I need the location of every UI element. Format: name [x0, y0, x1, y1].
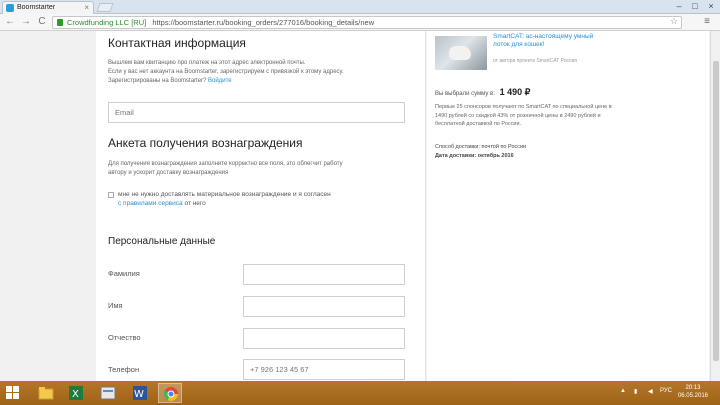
- service-rules-link[interactable]: с правилами сервиса: [118, 200, 183, 207]
- clock-date: 06.05.2016: [677, 393, 708, 399]
- svg-text:W: W: [134, 389, 144, 400]
- reload-icon[interactable]: C: [36, 16, 48, 28]
- patronymic-label: Отчество: [108, 333, 141, 342]
- volume-icon[interactable]: ◀: [648, 388, 653, 395]
- browser-toolbar: ← → C Crowdfunding LLC [RU] https://boom…: [0, 14, 720, 31]
- no-delivery-tail: от него: [184, 200, 206, 207]
- reward-description: Первые 25 спонсоров получают по SmartCAT…: [435, 104, 612, 127]
- tab-title: Boomstarter: [17, 4, 56, 11]
- sum-label: Вы выбрали сумму в:: [435, 91, 495, 97]
- tab-close-icon[interactable]: ×: [84, 2, 89, 14]
- clock-time: 20:13: [685, 385, 701, 391]
- reward-title-link[interactable]: SmartCAT: ас-настоящему умный лоток для …: [493, 33, 603, 49]
- no-delivery-option: мне не нужно доставлять материальное воз…: [108, 190, 418, 208]
- phone-input[interactable]: [243, 359, 405, 380]
- contact-description: Вышлем вам квитанцию про платеж на этот …: [108, 59, 413, 86]
- email-input[interactable]: [108, 102, 405, 123]
- contact-heading: Контактная информация: [108, 36, 246, 50]
- sum-value: 1 490 ₽: [499, 87, 531, 97]
- maximize-icon[interactable]: □: [688, 1, 702, 12]
- delivery-method: Способ доставки: почтой по России: [435, 144, 527, 150]
- personal-heading: Персональные данные: [108, 236, 216, 247]
- chrome-icon[interactable]: [158, 383, 182, 403]
- bookmark-star-icon[interactable]: ☆: [670, 16, 678, 27]
- booking-form: Контактная информация Вышлем вам квитанц…: [96, 31, 426, 381]
- close-window-icon[interactable]: ×: [704, 1, 718, 12]
- surname-label: Фамилия: [108, 269, 140, 278]
- patronymic-input[interactable]: [243, 328, 405, 349]
- new-tab-button[interactable]: [96, 3, 114, 12]
- scrollbar-thumb[interactable]: [713, 61, 719, 361]
- minimize-icon[interactable]: –: [672, 1, 686, 12]
- questionnaire-heading: Анкета получения вознаграждения: [108, 136, 303, 150]
- reward-image: [435, 36, 487, 70]
- network-icon[interactable]: ▮: [634, 388, 637, 395]
- forward-icon[interactable]: →: [20, 16, 32, 28]
- no-delivery-checkbox[interactable]: [108, 192, 114, 198]
- contact-desc-line1: Вышлем вам квитанцию про платеж на этот …: [108, 60, 306, 66]
- tab-boomstarter[interactable]: Boomstarter ×: [2, 1, 94, 14]
- contact-desc-line2: Если у вас нет аккаунта на Boomstarter, …: [108, 69, 344, 75]
- tab-strip: Boomstarter × – □ ×: [0, 0, 720, 14]
- no-delivery-label: мне не нужно доставлять материальное воз…: [118, 191, 331, 198]
- surname-input[interactable]: [243, 264, 405, 285]
- ev-certificate-label: Crowdfunding LLC [RU]: [67, 18, 147, 27]
- questionnaire-desc-line1: Для получения вознаграждения заполните к…: [108, 161, 343, 167]
- lock-icon: [57, 19, 63, 26]
- excel-icon[interactable]: X: [64, 383, 88, 403]
- svg-text:X: X: [72, 389, 79, 400]
- questionnaire-desc-line2: автору и ускорит доставку вознаграждения: [108, 170, 229, 176]
- word-icon[interactable]: W: [128, 383, 152, 403]
- url-text: https://boomstarter.ru/booking_orders/27…: [152, 18, 375, 27]
- contact-desc-line3: Зарегистрированы на Boomstarter?: [108, 78, 207, 84]
- phone-label: Телефон: [108, 365, 140, 374]
- cat-icon: [449, 46, 471, 60]
- windows-start-icon[interactable]: [6, 386, 20, 400]
- name-input[interactable]: [243, 296, 405, 317]
- sum-row: Вы выбрали сумму в: 1 490 ₽: [435, 87, 530, 98]
- page-scrollbar[interactable]: [710, 31, 720, 381]
- address-bar[interactable]: Crowdfunding LLC [RU] https://boomstarte…: [52, 16, 682, 29]
- windows-taskbar: X W ▲ ▮ ◀ РУС 20:13 06.05.2016: [0, 381, 720, 405]
- reward-author: от автора проекта SmartCAT Россия: [493, 58, 577, 64]
- app-icon[interactable]: [96, 383, 120, 403]
- questionnaire-description: Для получения вознаграждения заполните к…: [108, 160, 413, 178]
- page-viewport: Контактная информация Вышлем вам квитанц…: [0, 31, 720, 381]
- file-explorer-icon[interactable]: [34, 383, 58, 403]
- back-icon[interactable]: ←: [4, 16, 16, 28]
- keyboard-language[interactable]: РУС: [660, 388, 672, 394]
- boomstarter-favicon-icon: [6, 4, 14, 12]
- login-link[interactable]: Войдите: [208, 78, 232, 84]
- system-clock[interactable]: 20:13 06.05.2016: [678, 384, 708, 400]
- delivery-date: Дата доставки: октябрь 2016: [435, 153, 514, 159]
- reward-summary: SmartCAT: ас-настоящему умный лоток для …: [427, 31, 709, 381]
- chrome-menu-icon[interactable]: ≡: [704, 16, 710, 27]
- tray-up-arrow-icon[interactable]: ▲: [620, 388, 626, 394]
- name-label: Имя: [108, 301, 123, 310]
